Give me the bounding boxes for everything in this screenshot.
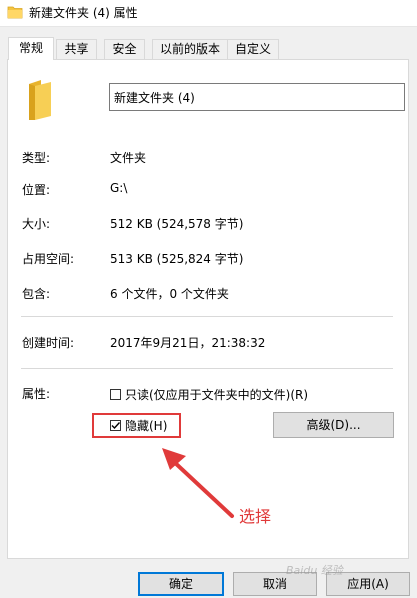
- created-value: 2017年9月21日，21:38:32: [110, 336, 266, 350]
- annotation-arrow-icon: [162, 448, 234, 518]
- tab-general[interactable]: 常规: [8, 37, 54, 60]
- ok-button[interactable]: 确定: [138, 572, 224, 596]
- tab-customize[interactable]: 自定义: [227, 39, 279, 59]
- window-title: 新建文件夹 (4) 属性: [29, 6, 138, 20]
- contains-label: 包含:: [22, 287, 51, 301]
- disk-size-value: 513 KB (525,824 字节): [110, 252, 244, 266]
- folder-icon: [29, 80, 51, 120]
- type-value: 文件夹: [110, 151, 147, 165]
- size-label: 大小:: [22, 217, 51, 231]
- location-value: G:\: [110, 181, 128, 195]
- type-label: 类型:: [22, 151, 51, 165]
- advanced-button[interactable]: 高级(D)...: [273, 412, 394, 438]
- annotation-text: 选择: [239, 507, 272, 526]
- attributes-label: 属性:: [22, 387, 51, 401]
- contains-value: 6 个文件，0 个文件夹: [110, 287, 229, 301]
- divider: [21, 368, 393, 369]
- readonly-label[interactable]: 只读(仅应用于文件夹中的文件)(R): [125, 386, 308, 403]
- readonly-checkbox[interactable]: [110, 389, 121, 400]
- folder-name-input[interactable]: [109, 83, 405, 111]
- created-label: 创建时间:: [22, 336, 75, 350]
- folder-icon: [7, 6, 23, 19]
- tab-previous-versions[interactable]: 以前的版本: [152, 39, 228, 59]
- watermark: Baidu 经验: [286, 564, 343, 577]
- title-bar: 新建文件夹 (4) 属性: [0, 0, 417, 27]
- location-label: 位置:: [22, 183, 51, 197]
- divider: [21, 316, 393, 317]
- disk-size-label: 占用空间:: [22, 252, 75, 266]
- size-value: 512 KB (524,578 字节): [110, 217, 244, 231]
- highlight-box: [92, 413, 181, 438]
- tab-sharing[interactable]: 共享: [56, 39, 97, 59]
- tab-security[interactable]: 安全: [104, 39, 145, 59]
